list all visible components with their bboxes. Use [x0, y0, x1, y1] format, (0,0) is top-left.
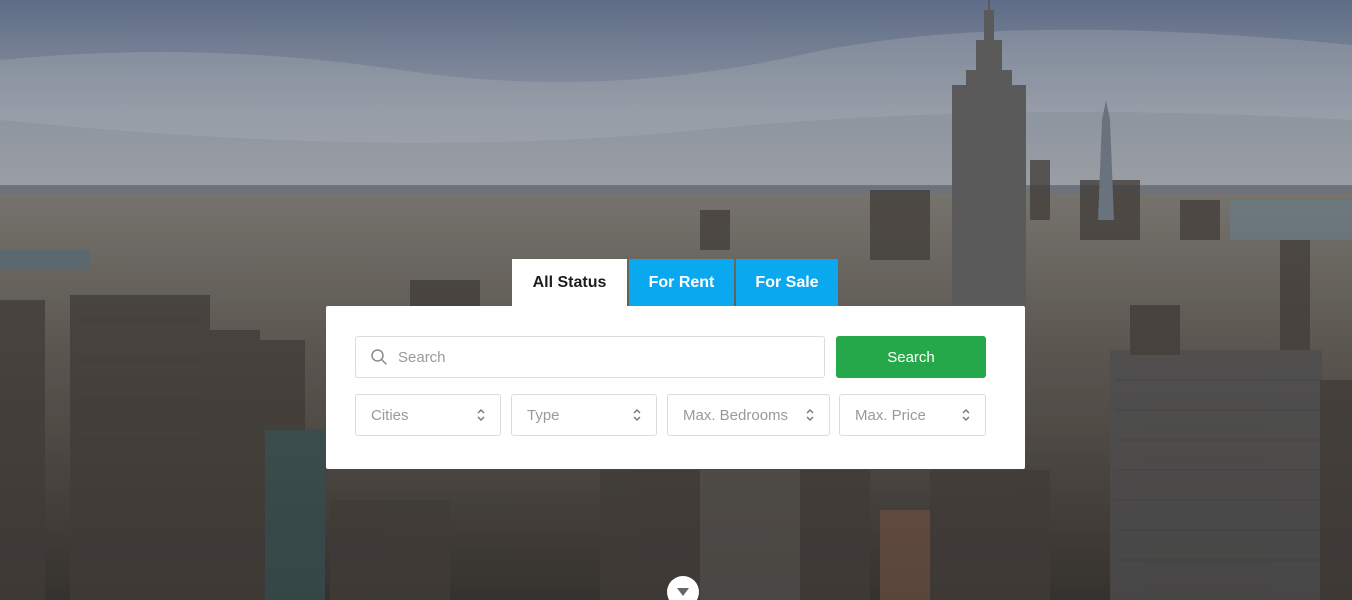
- select-label: Max. Bedrooms: [683, 406, 789, 424]
- search-icon: [370, 348, 388, 366]
- tab-all-status[interactable]: All Status: [512, 259, 627, 306]
- tab-for-rent[interactable]: For Rent: [629, 259, 734, 306]
- select-label: Max. Price: [855, 406, 926, 424]
- select-label: Cities: [371, 406, 409, 424]
- status-tabs: All Status For Rent For Sale: [512, 259, 838, 306]
- tab-label: For Sale: [755, 273, 819, 291]
- chevron-updown-icon: [961, 408, 971, 422]
- chevron-down-icon: [676, 584, 690, 600]
- max-price-select[interactable]: Max. Price: [839, 394, 986, 436]
- tab-label: For Rent: [648, 273, 715, 291]
- type-select[interactable]: Type: [511, 394, 657, 436]
- select-label: Type: [527, 406, 560, 424]
- scroll-down-button[interactable]: [667, 576, 699, 600]
- search-input[interactable]: [396, 347, 800, 367]
- chevron-updown-icon: [805, 408, 815, 422]
- tab-for-sale[interactable]: For Sale: [736, 259, 838, 306]
- tab-label: All Status: [532, 273, 607, 291]
- search-field[interactable]: [355, 336, 825, 378]
- max-bedrooms-select[interactable]: Max. Bedrooms: [667, 394, 830, 436]
- search-button[interactable]: Search: [836, 336, 986, 378]
- search-panel: Search Cities Type Max. Bedrooms Max. Pr…: [326, 306, 1025, 469]
- hero-section: All Status For Rent For Sale Search Citi…: [0, 0, 1352, 600]
- chevron-updown-icon: [476, 408, 486, 422]
- cities-select[interactable]: Cities: [355, 394, 501, 436]
- chevron-updown-icon: [632, 408, 642, 422]
